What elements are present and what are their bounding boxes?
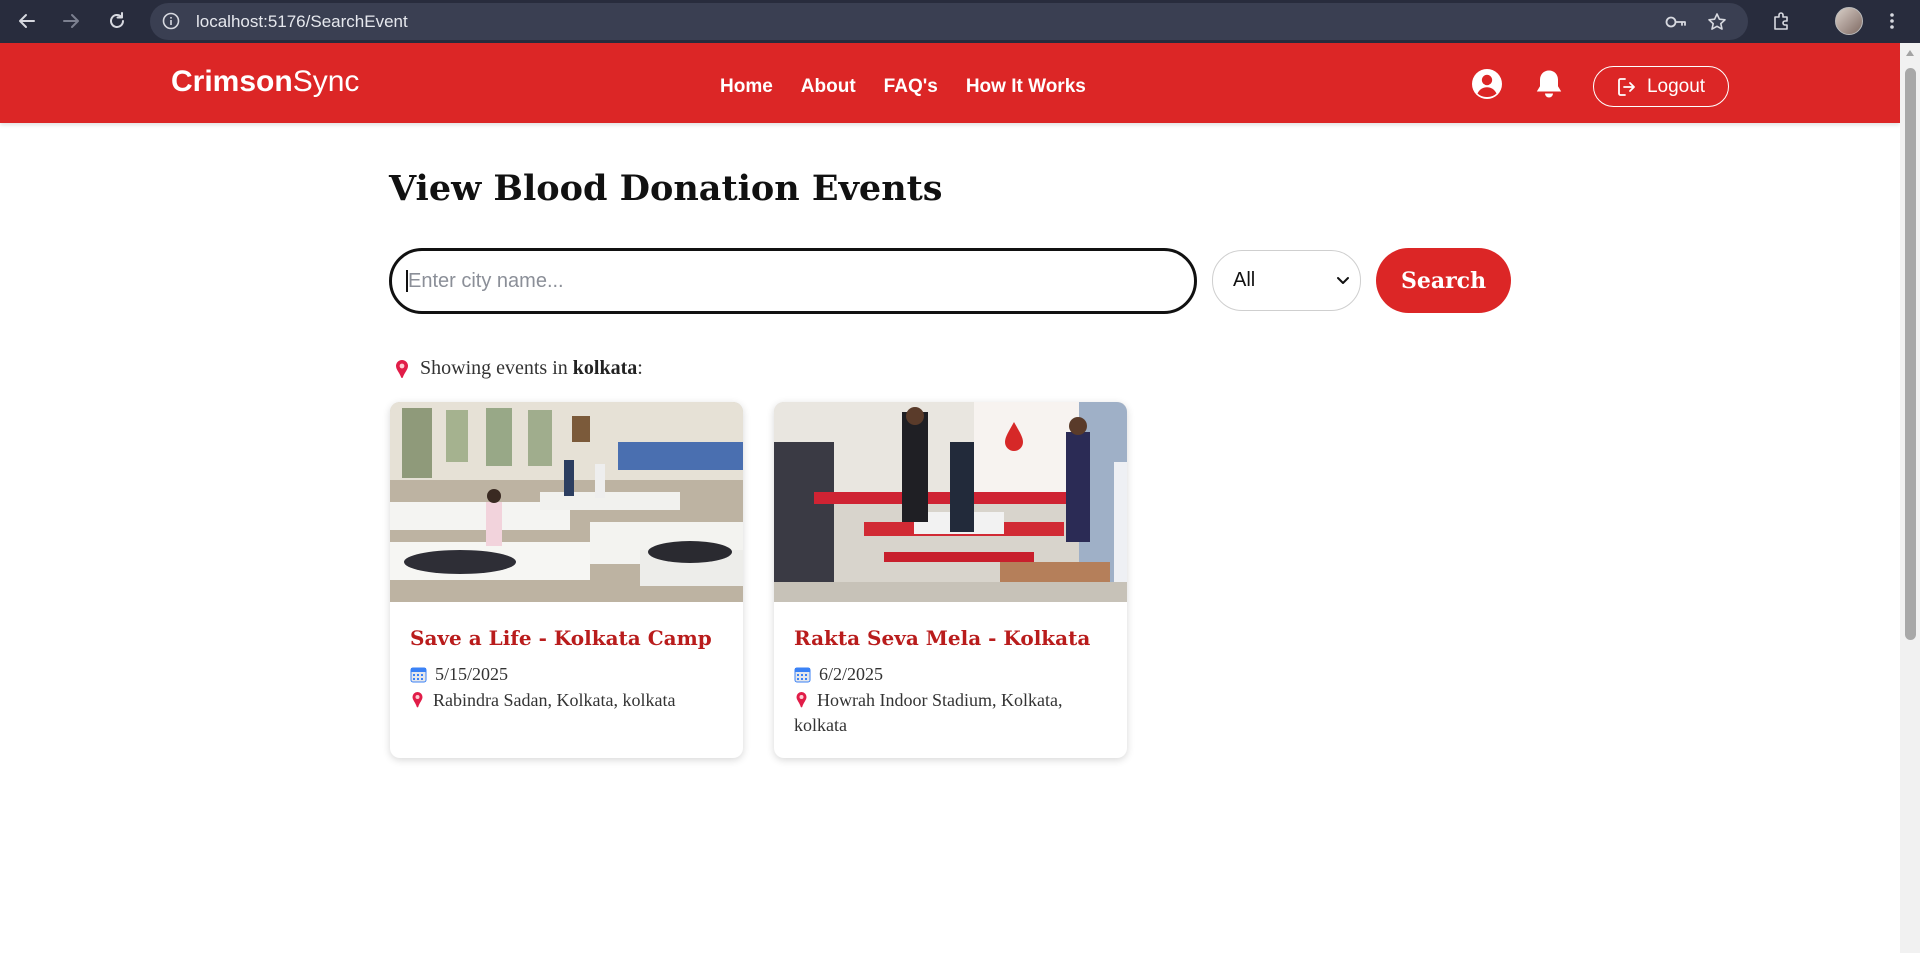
logout-button[interactable]: Logout (1593, 66, 1729, 107)
logout-icon (1618, 77, 1635, 96)
forward-arrow-icon[interactable] (60, 10, 82, 32)
app-header: CrimsonSync Home About FAQ's How It Work… (0, 43, 1900, 123)
browser-toolbar: localhost:5176/SearchEvent (0, 0, 1920, 43)
event-date-text: 6/2/2025 (819, 664, 884, 684)
bookmark-star-icon[interactable] (1706, 12, 1728, 32)
address-bar[interactable]: localhost:5176/SearchEvent (150, 3, 1748, 40)
event-card[interactable]: Rakta Seva Mela - Kolkata 6/2/2025 Howra… (774, 402, 1127, 758)
main-nav: Home About FAQ's How It Works (720, 76, 1114, 98)
nav-link-about[interactable]: About (801, 76, 856, 98)
event-location: Rabindra Sadan, Kolkata, kolkata (410, 688, 730, 713)
calendar-icon (794, 667, 811, 683)
event-date: 6/2/2025 (794, 664, 883, 685)
logo[interactable]: CrimsonSync (171, 65, 359, 99)
logo-bold-text: Crimson (171, 65, 293, 98)
page-title: View Blood Donation Events (389, 168, 943, 209)
site-info-icon[interactable] (162, 12, 180, 30)
user-circle-icon[interactable] (1470, 67, 1504, 101)
results-suffix: : (637, 357, 643, 379)
scrollbar-thumb[interactable] (1905, 68, 1916, 640)
city-search-input[interactable] (389, 248, 1197, 314)
nav-link-home[interactable]: Home (720, 76, 773, 98)
filter-selected-value: All (1233, 269, 1256, 291)
calendar-icon (410, 667, 427, 683)
results-city: kolkata (572, 357, 638, 379)
profile-avatar[interactable] (1835, 7, 1863, 35)
logout-label: Logout (1646, 75, 1706, 97)
results-prefix: Showing events in (420, 357, 573, 379)
location-pin-icon (412, 692, 423, 708)
search-button[interactable]: Search (1376, 248, 1511, 313)
nav-link-how-it-works[interactable]: How It Works (966, 76, 1086, 98)
event-location: Howrah Indoor Stadium, Kolkata, kolkata (794, 688, 1114, 738)
reload-icon[interactable] (106, 10, 128, 32)
event-location-text: Howrah Indoor Stadium, Kolkata, kolkata (794, 690, 1063, 735)
back-arrow-icon[interactable] (16, 10, 38, 32)
location-pin-icon (396, 359, 408, 378)
results-summary: Showing events in kolkata: (393, 357, 643, 380)
password-key-icon[interactable] (1665, 12, 1687, 32)
chevron-down-icon (1337, 277, 1349, 284)
event-date-text: 5/15/2025 (435, 664, 509, 684)
event-photo (390, 402, 743, 602)
bell-icon[interactable] (1532, 67, 1566, 101)
browser-menu-icon[interactable] (1880, 10, 1904, 32)
event-filter-select[interactable]: All (1212, 250, 1361, 311)
extensions-puzzle-icon[interactable] (1770, 10, 1794, 32)
event-title[interactable]: Save a Life - Kolkata Camp (410, 626, 712, 650)
event-location-text: Rabindra Sadan, Kolkata, kolkata (433, 690, 676, 710)
location-pin-icon (796, 692, 807, 708)
event-date: 5/15/2025 (410, 664, 508, 685)
logo-regular-text: Sync (292, 65, 360, 98)
event-photo (774, 402, 1127, 602)
nav-link-faqs[interactable]: FAQ's (884, 76, 938, 98)
event-card[interactable]: Save a Life - Kolkata Camp 5/15/2025 Rab… (390, 402, 743, 758)
url-text[interactable]: localhost:5176/SearchEvent (196, 12, 408, 32)
event-title[interactable]: Rakta Seva Mela - Kolkata (794, 626, 1090, 650)
text-caret (406, 270, 408, 292)
scroll-up-arrow-icon[interactable] (1906, 50, 1914, 56)
